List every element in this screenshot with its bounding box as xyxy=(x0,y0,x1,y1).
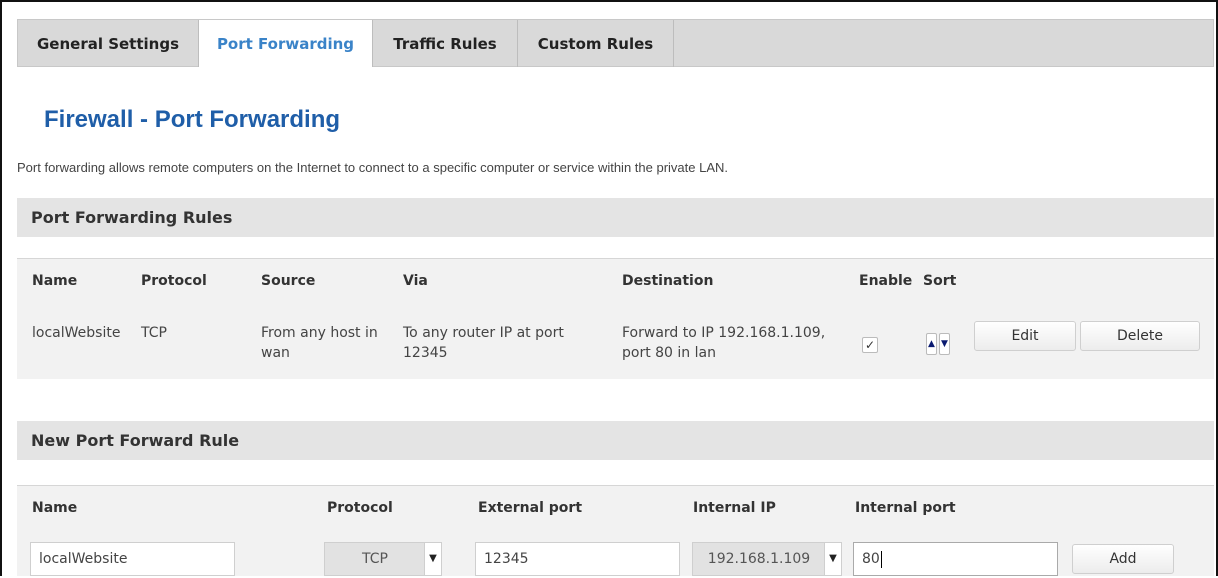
internal-ip-selected-value: 192.168.1.109 xyxy=(707,551,811,567)
rule-protocol: TCP xyxy=(141,325,167,341)
new-col-internal-port: Internal port xyxy=(855,500,956,516)
page-title: Firewall - Port Forwarding xyxy=(44,106,341,133)
rule-name: localWebsite xyxy=(32,325,121,341)
edit-button[interactable]: Edit xyxy=(974,321,1076,351)
enable-checkbox[interactable]: ✓ xyxy=(862,337,878,353)
internal-port-input[interactable]: 80 xyxy=(853,542,1058,576)
tab-port-forwarding[interactable]: Port Forwarding xyxy=(199,20,373,67)
add-button[interactable]: Add xyxy=(1072,544,1174,574)
col-name: Name xyxy=(32,273,78,289)
rule-source: From any host in wan xyxy=(261,325,378,361)
col-enable: Enable xyxy=(859,273,913,289)
new-rule-section-title: New Port Forward Rule xyxy=(31,431,240,450)
internal-ip-select[interactable]: 192.168.1.109 ▼ xyxy=(692,542,842,576)
col-sort: Sort xyxy=(923,273,957,289)
new-col-name: Name xyxy=(32,500,78,516)
new-rule-name-input[interactable]: localWebsite xyxy=(30,542,235,576)
protocol-selected-value: TCP xyxy=(362,551,388,567)
new-rule-table-header: Name Protocol External port Internal IP … xyxy=(17,485,1214,531)
tab-bar: General Settings Port Forwarding Traffic… xyxy=(17,19,1214,67)
new-col-protocol: Protocol xyxy=(327,500,393,516)
sort-up-button[interactable]: ▲ xyxy=(926,333,937,355)
rules-section-title: Port Forwarding Rules xyxy=(31,208,233,227)
chevron-down-icon: ▼ xyxy=(824,543,841,575)
chevron-down-icon: ▼ xyxy=(424,543,441,575)
new-col-internal-ip: Internal IP xyxy=(693,500,776,516)
text-cursor xyxy=(880,550,882,568)
external-port-value: 12345 xyxy=(484,551,529,567)
delete-button[interactable]: Delete xyxy=(1080,321,1200,351)
rules-section-header: Port Forwarding Rules xyxy=(17,198,1214,237)
tab-custom-rules[interactable]: Custom Rules xyxy=(518,20,674,67)
tab-traffic-rules[interactable]: Traffic Rules xyxy=(373,20,518,67)
rules-table-header: Name Protocol Source Via Destination Ena… xyxy=(17,258,1214,304)
col-source: Source xyxy=(261,273,316,289)
page-frame: General Settings Port Forwarding Traffic… xyxy=(0,0,1218,576)
page-description: Port forwarding allows remote computers … xyxy=(17,160,729,175)
new-rule-protocol-select[interactable]: TCP ▼ xyxy=(324,542,442,576)
internal-port-value: 80 xyxy=(862,551,880,567)
new-rule-name-value: localWebsite xyxy=(39,551,128,567)
sort-down-button[interactable]: ▼ xyxy=(939,333,950,355)
col-destination: Destination xyxy=(622,273,714,289)
rule-destination: Forward to IP 192.168.1.109, port 80 in … xyxy=(622,325,826,361)
new-rule-row: localWebsite TCP ▼ 12345 192.168.1.109 ▼… xyxy=(17,530,1214,576)
tab-general-settings[interactable]: General Settings xyxy=(18,20,199,67)
new-rule-section-header: New Port Forward Rule xyxy=(17,421,1214,460)
new-col-external-port: External port xyxy=(478,500,583,516)
col-via: Via xyxy=(403,273,428,289)
table-row: localWebsite TCP From any host in wan To… xyxy=(17,303,1214,379)
col-protocol: Protocol xyxy=(141,273,207,289)
rule-via: To any router IP at port 12345 xyxy=(403,325,564,361)
external-port-input[interactable]: 12345 xyxy=(475,542,680,576)
